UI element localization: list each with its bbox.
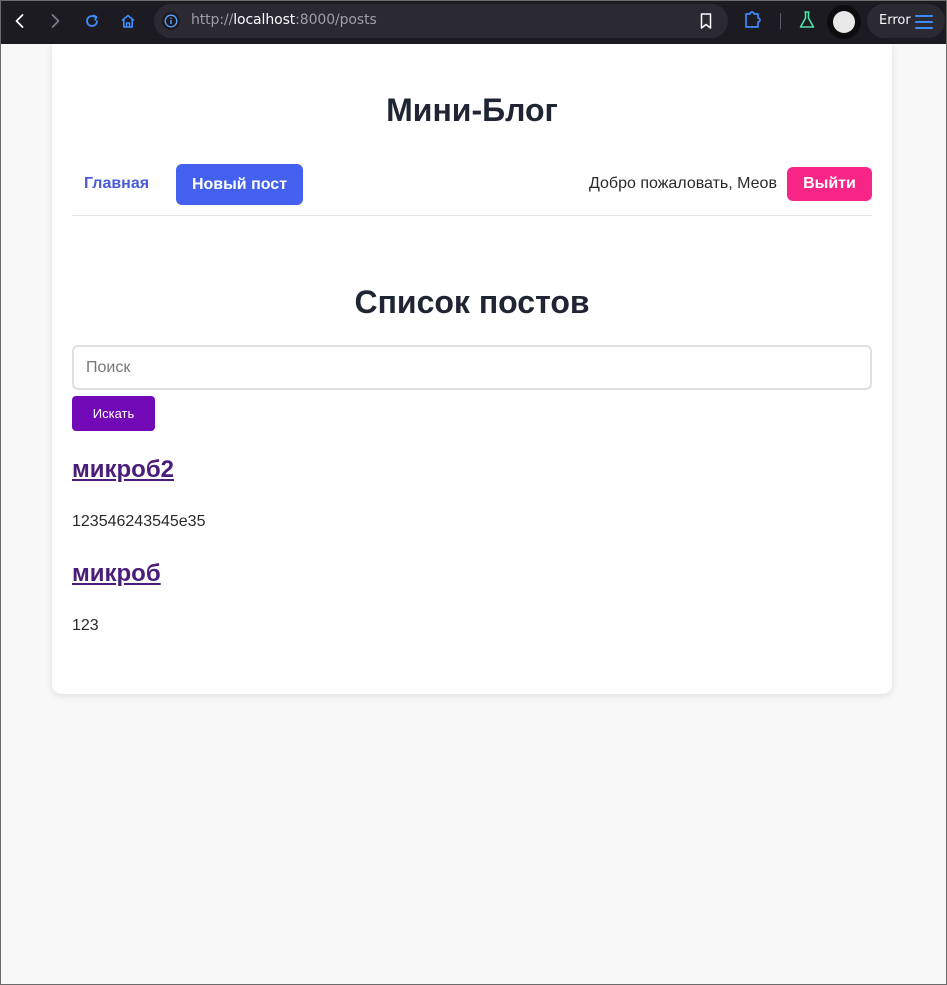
- page-title: Список постов: [354, 284, 590, 320]
- url-host: localhost: [233, 12, 296, 28]
- url-path: :8000/posts: [295, 12, 377, 28]
- reload-icon[interactable]: [80, 9, 104, 33]
- post-body: 123: [72, 617, 99, 634]
- page-card: Мини-Блог Главная Новый пост Добро пожал…: [52, 44, 892, 694]
- extensions-icon[interactable]: [742, 9, 764, 36]
- nav-divider: [72, 215, 872, 216]
- flask-icon[interactable]: [796, 9, 818, 36]
- bookmark-icon[interactable]: [698, 12, 714, 35]
- url-bar[interactable]: http://localhost:8000/posts: [154, 4, 728, 38]
- toolbar-separator: [780, 13, 781, 29]
- new-post-button[interactable]: Новый пост: [176, 164, 303, 205]
- forward-icon[interactable]: [43, 9, 67, 33]
- back-icon[interactable]: [8, 9, 32, 33]
- welcome-text: Добро пожаловать, Меов: [589, 175, 777, 192]
- home-icon[interactable]: [116, 9, 140, 33]
- menu-icon[interactable]: [914, 14, 934, 34]
- error-button[interactable]: Error: [867, 4, 945, 38]
- avatar-icon[interactable]: [827, 5, 861, 39]
- logout-button[interactable]: Выйти: [787, 167, 872, 201]
- site-title: Мини-Блог: [386, 92, 558, 128]
- info-icon[interactable]: [162, 12, 180, 30]
- search-input[interactable]: [72, 345, 872, 390]
- url-text[interactable]: http://localhost:8000/posts: [191, 12, 377, 28]
- post-body: 123546243545e35: [72, 513, 206, 530]
- nav-home-link[interactable]: Главная: [84, 175, 149, 193]
- post-title-link[interactable]: микроб2: [72, 456, 174, 484]
- browser-toolbar: http://localhost:8000/posts Error: [0, 0, 947, 44]
- error-label: Error: [879, 13, 911, 28]
- search-button[interactable]: Искать: [72, 396, 155, 431]
- post-title-link[interactable]: микроб: [72, 560, 161, 588]
- url-scheme: http://: [191, 12, 234, 28]
- avatar-image: [833, 11, 855, 33]
